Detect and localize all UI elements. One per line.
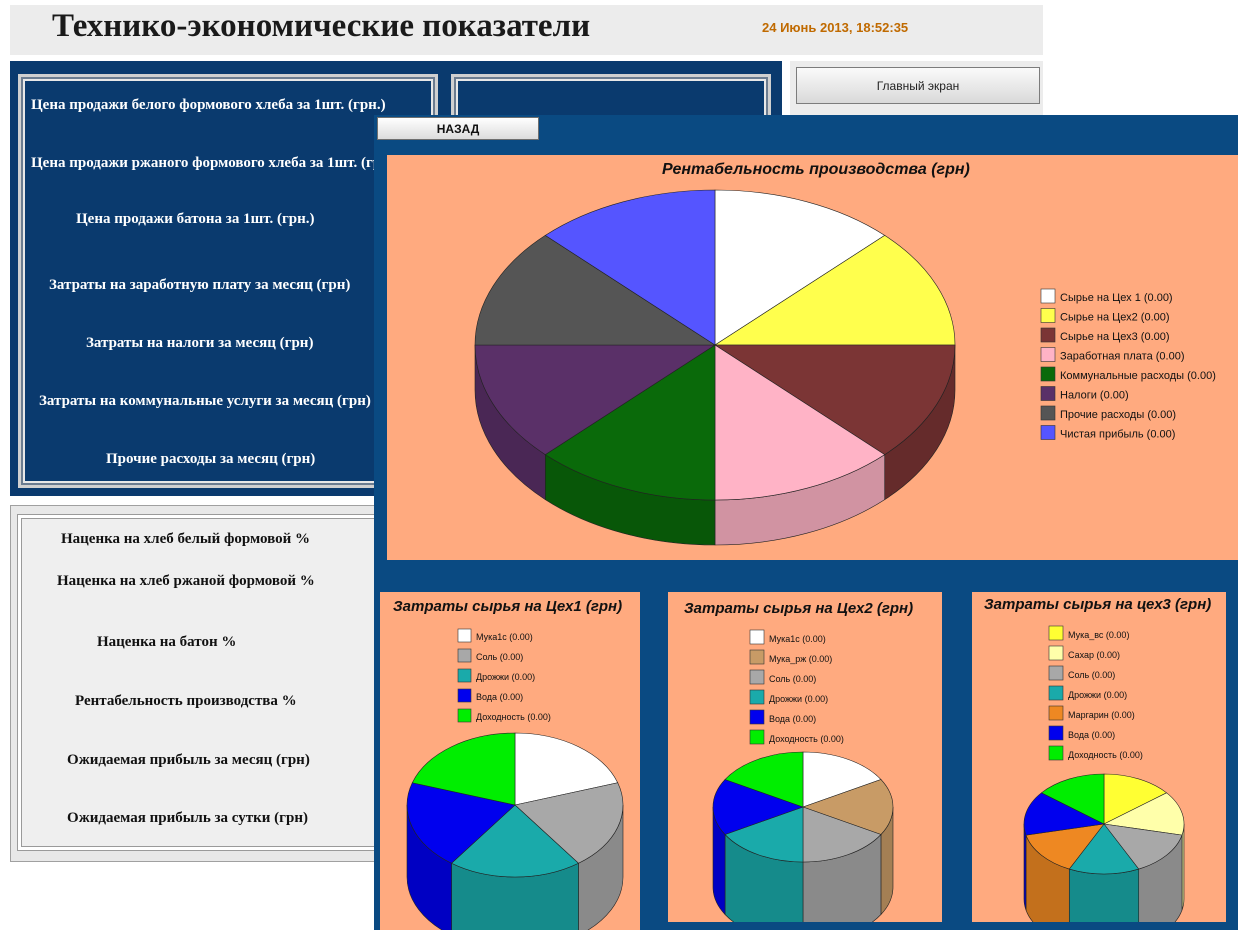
- profit-pie-legend-label-сырье-на-цех-1: Сырье на Цех 1 (0.00): [1060, 292, 1173, 304]
- ws3-pie-legend-swatch-маргарин: [1048, 705, 1064, 721]
- ws3-pie-legend-swatch-соль: [1048, 665, 1064, 681]
- profit-pie-legend-label-коммунальные-расходы: Коммунальные расходы (0.00): [1060, 370, 1216, 382]
- ws3-pie-legend-label-мука-вс: Мука_вс (0.00): [1068, 630, 1129, 640]
- ws2-pie-legend-swatch-мука1с: [749, 629, 765, 645]
- profitability-pie-chart: Сырье на Цех 1 (0.00) Сырье на Цех2 (0.00…: [474, 189, 1216, 546]
- profit-pie-legend-label-заработная-плата: Заработная плата (0.00): [1060, 351, 1185, 363]
- ws3-pie-side-сахар: [1181, 823, 1185, 911]
- ws2-pie-legend-label-дрожжи: Дрожжи (0.00): [769, 694, 828, 704]
- ws1-pie-legend-label-мука1с: Мука1с (0.00): [476, 632, 533, 642]
- cost-label-other: Прочие расходы за месяц (грн): [106, 451, 316, 467]
- ws1-pie-legend-label-вода: Вода (0.00): [476, 692, 523, 702]
- ws2-pie-legend-swatch-вода: [749, 709, 765, 725]
- ws3-pie-legend-swatch-сахар: [1048, 645, 1064, 661]
- profit-pie-legend-swatch-коммунальные-расходы: [1040, 366, 1056, 382]
- back-button[interactable]: НАЗАД: [377, 117, 539, 140]
- profit-pie-legend-swatch-сырье-на-цех3: [1040, 327, 1056, 343]
- ws3-pie-legend-label-соль: Соль (0.00): [1068, 670, 1115, 680]
- workshop1-chart-panel: Затраты сырья на Цех1 (грн) Мука1с (0.00…: [380, 592, 640, 930]
- charts-divider: [374, 570, 1238, 585]
- markup-label-white-bread: Наценка на хлеб белый формовой %: [61, 531, 311, 547]
- ws1-pie-legend-swatch-дрожжи: [457, 668, 472, 683]
- ws3-pie-legend-label-сахар: Сахар (0.00): [1068, 650, 1120, 660]
- ws2-pie-legend-swatch-дрожжи: [749, 689, 765, 705]
- ws1-pie-legend-swatch-соль: [457, 648, 472, 663]
- ws2-pie-legend-label-вода: Вода (0.00): [769, 714, 816, 724]
- cost-label-taxes: Затраты на налоги за месяц (грн): [86, 335, 314, 351]
- ws3-pie-legend-label-дрожжи: Дрожжи (0.00): [1068, 690, 1127, 700]
- workshop2-pie-chart: Мука1с (0.00) Мука_рж (0.00) Соль (0.00) Др…: [712, 629, 894, 922]
- markup-label-baton: Наценка на батон %: [97, 634, 237, 650]
- workshop2-chart-panel: Затраты сырья на Цех2 (грн) Мука1с (0.00…: [668, 592, 942, 922]
- ws3-pie-legend-label-вода: Вода (0.00): [1068, 730, 1115, 740]
- profit-pie-legend-label-прочие-расходы: Прочие расходы (0.00): [1060, 409, 1176, 421]
- profit-pie-legend-swatch-сырье-на-цех-1: [1040, 288, 1056, 304]
- cost-label-rye-bread: Цена продажи ржаного формового хлеба за …: [31, 155, 399, 171]
- ws2-pie-legend-label-соль: Соль (0.00): [769, 674, 816, 684]
- profit-pie-legend-label-сырье-на-цех3: Сырье на Цех3 (0.00): [1060, 331, 1170, 343]
- profit-pie-legend-swatch-прочие-расходы: [1040, 405, 1056, 421]
- workshop1-pie-chart: Мука1с (0.00) Соль (0.00) Дрожжи (0.00) Вод…: [406, 628, 624, 930]
- main-screen-button[interactable]: Главный экран: [796, 67, 1040, 104]
- ws3-pie-legend-swatch-мука-вс: [1048, 625, 1064, 641]
- profit-pie-legend-swatch-налоги: [1040, 386, 1056, 401]
- ws2-pie-legend-label-доходность: Доходность (0.00): [769, 734, 844, 744]
- profit-pie-legend-swatch-заработная-плата: [1040, 347, 1056, 362]
- workshop3-pie-chart: Мука_вс (0.00) Сахар (0.00) Соль (0.00) Дро…: [1023, 625, 1185, 922]
- ws1-pie-legend-swatch-доходность: [457, 708, 472, 723]
- ws1-pie-legend-swatch-вода: [457, 688, 472, 703]
- ws1-pie-legend-label-дрожжи: Дрожжи (0.00): [476, 672, 535, 682]
- markup-label-month-profit: Ожидаемая прибыль за месяц (грн): [67, 752, 310, 768]
- ws1-pie-legend-label-доходность: Доходность (0.00): [476, 712, 551, 722]
- markup-labels-box: Наценка на хлеб белый формовой % Наценка…: [18, 515, 398, 850]
- ws1-pie-legend-swatch-мука1с: [457, 628, 472, 643]
- profit-pie-legend-label-налоги: Налоги (0.00): [1060, 390, 1129, 402]
- profit-pie-legend-swatch-чистая-прибыль: [1040, 425, 1056, 440]
- workshop3-chart-panel: Затраты сырья на цех3 (грн) Мука_вс (0.0…: [972, 592, 1226, 922]
- cost-label-utilities: Затраты на коммунальные услуги за месяц …: [39, 393, 371, 409]
- ws2-pie-legend-swatch-мука-рж: [749, 649, 765, 665]
- profit-pie-legend-label-сырье-на-цех2: Сырье на Цех2 (0.00): [1060, 312, 1170, 324]
- ws2-pie-legend-label-мука1с: Мука1с (0.00): [769, 634, 826, 644]
- cost-label-white-bread: Цена продажи белого формового хлеба за 1…: [31, 97, 386, 113]
- cost-label-salary: Затраты на заработную плату за месяц (гр…: [49, 277, 351, 293]
- markup-label-profitability: Рентабельность производства %: [75, 693, 297, 709]
- ws2-pie-legend-swatch-доходность: [749, 729, 765, 745]
- ws3-pie-legend-swatch-доходность: [1048, 745, 1064, 761]
- ws3-pie-legend-label-маргарин: Маргарин (0.00): [1068, 710, 1135, 720]
- page-title: Технико-экономические показатели: [52, 8, 591, 44]
- ws1-pie-legend-label-соль: Соль (0.00): [476, 652, 523, 662]
- datetime-label: 24 Июнь 2013, 18:52:35: [762, 20, 909, 35]
- ws3-pie-legend-swatch-вода: [1048, 725, 1064, 741]
- ws3-pie-legend-swatch-дрожжи: [1048, 685, 1064, 701]
- profit-pie-legend-swatch-сырье-на-цех2: [1040, 308, 1056, 323]
- markup-label-rye-bread: Наценка на хлеб ржаной формовой %: [57, 573, 315, 589]
- ws3-pie-side-вода: [1023, 823, 1027, 911]
- markup-label-day-profit: Ожидаемая прибыль за сутки (грн): [67, 810, 308, 826]
- profit-pie-legend-label-чистая-прибыль: Чистая прибыль (0.00): [1060, 429, 1175, 441]
- ws2-pie-legend-label-мука-рж: Мука_рж (0.00): [769, 654, 832, 664]
- ws3-pie-legend-label-доходность: Доходность (0.00): [1068, 750, 1143, 760]
- profitability-chart-panel: Рентабельность производства (грн) Сырье …: [387, 155, 1238, 560]
- cost-label-baton: Цена продажи батона за 1шт. (грн.): [76, 211, 315, 227]
- ws3-pie-side-дрожжи: [1068, 868, 1140, 922]
- ws2-pie-legend-swatch-соль: [749, 669, 765, 685]
